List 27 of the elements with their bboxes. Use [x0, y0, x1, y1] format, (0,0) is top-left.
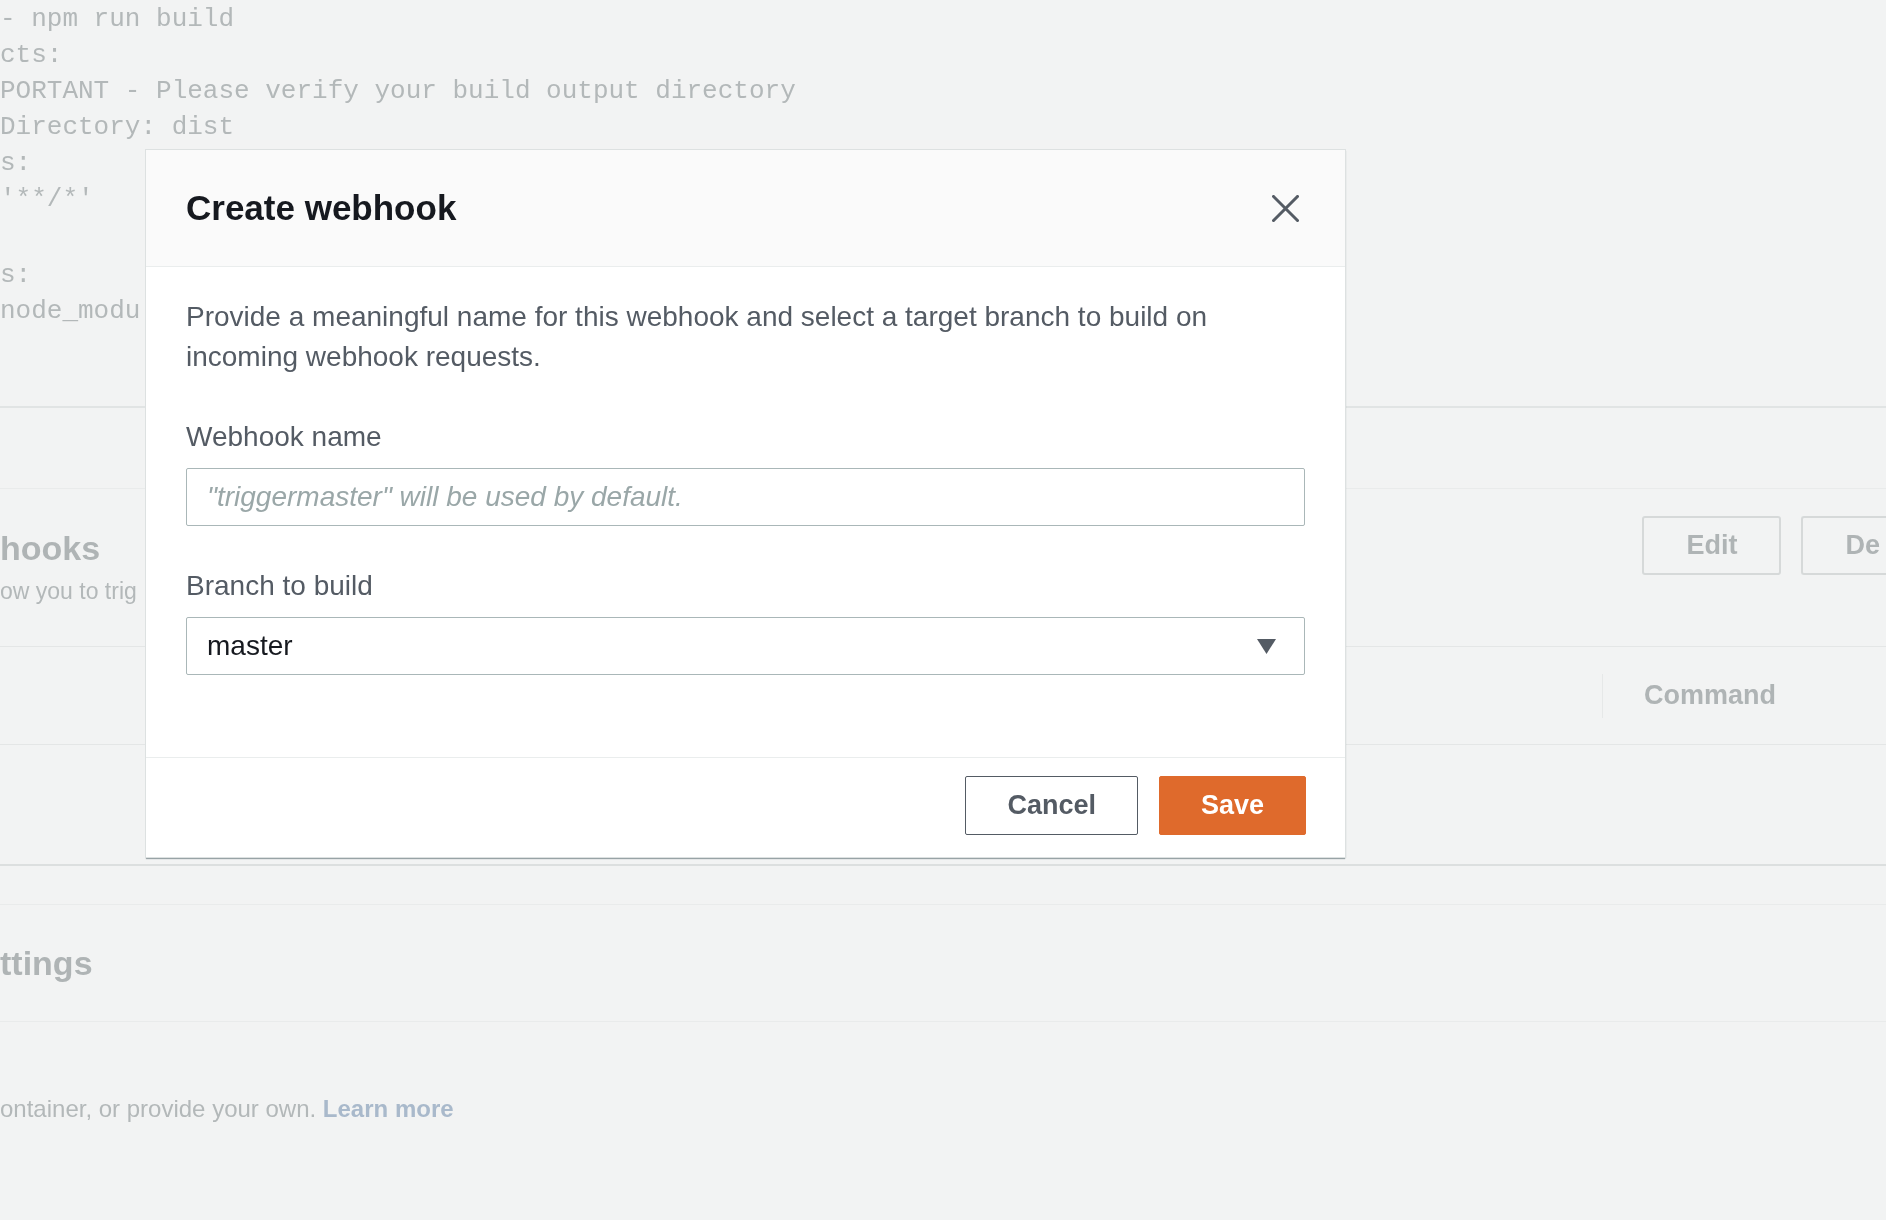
code-line: s:	[0, 147, 32, 180]
section-description: ontainer, or provide your own. Learn more	[0, 1094, 454, 1124]
dropdown-field[interactable]: master	[186, 617, 1305, 675]
cancel-button[interactable]: Cancel	[965, 776, 1138, 835]
code-line: cts:	[0, 39, 63, 72]
code-line: PORTANT - Please verify your build output directory	[0, 75, 796, 108]
caret-icon	[1257, 638, 1276, 654]
code-line: '**/*'	[0, 183, 94, 216]
text-field[interactable]: "triggermaster" will be used by default.	[186, 468, 1305, 526]
dialog-title: Create webhook	[186, 188, 457, 228]
field-label: Branch to build	[186, 569, 373, 603]
close-button[interactable]	[1272, 194, 1299, 222]
section-description: ow you to trig	[0, 577, 137, 606]
code-line: s:	[0, 259, 32, 292]
column-header: Command	[1644, 680, 1776, 711]
dialog-description: Provide a meaningful name for this webhook and select a target branch to build on incoming webhook requests.	[186, 300, 1209, 374]
code-line: node_modu	[0, 295, 141, 328]
code-line: - npm run build	[0, 3, 235, 36]
save-button[interactable]: Save	[1158, 776, 1306, 835]
action-button[interactable]: De	[1801, 516, 1886, 575]
section-heading: hooks	[0, 528, 101, 569]
close-icon	[1272, 194, 1299, 222]
field-label: Webhook name	[186, 420, 382, 454]
learn-more-link[interactable]: Learn more	[322, 1095, 454, 1122]
edit-button[interactable]: Edit	[1642, 516, 1782, 575]
section-heading: ttings	[0, 943, 93, 984]
code-line: Directory: dist	[0, 111, 235, 144]
